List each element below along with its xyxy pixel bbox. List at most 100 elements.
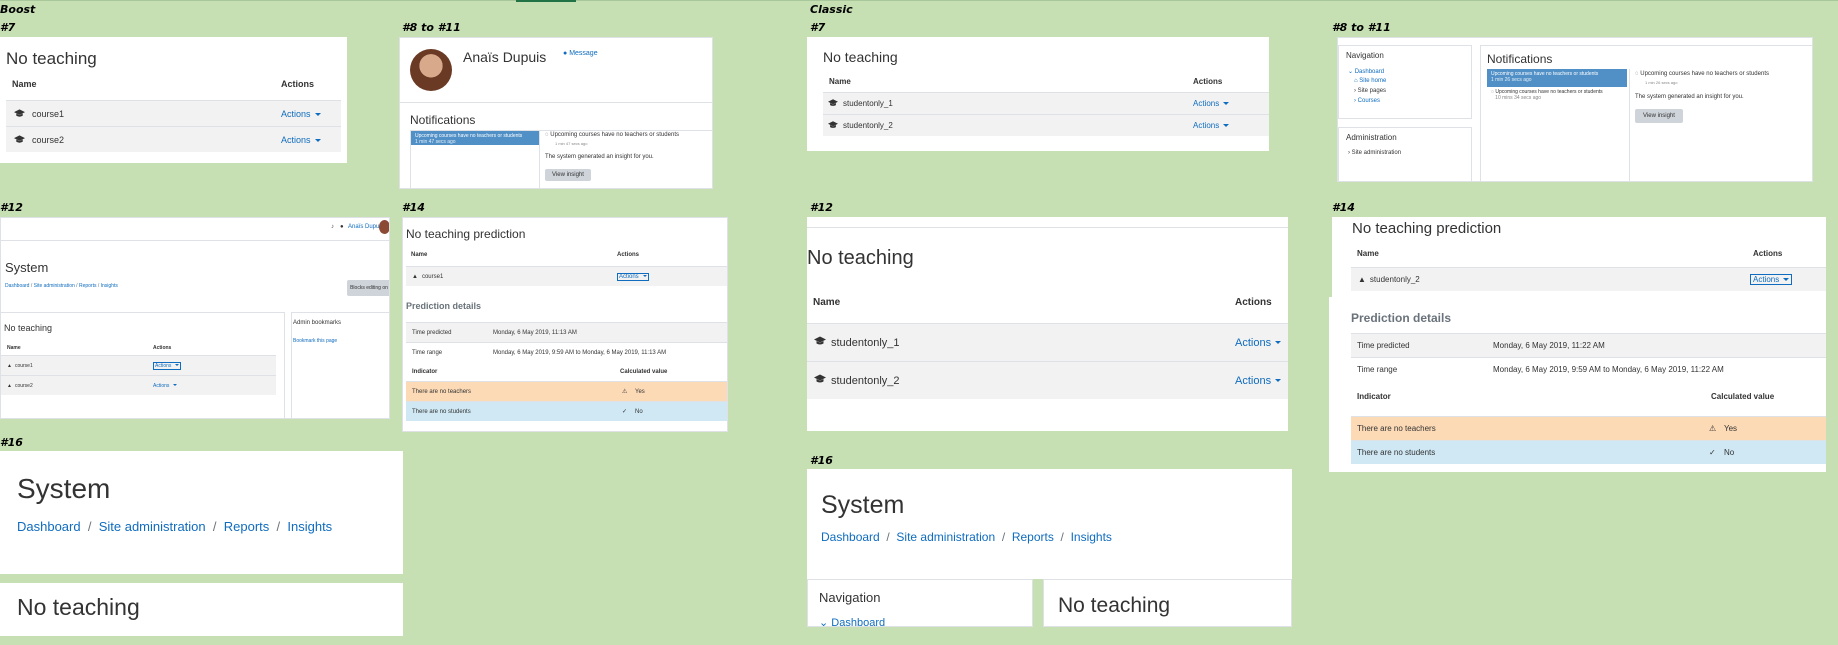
classic-12-panel: No teaching Name Actions studentonly_1 A… [807,217,1288,431]
table-row: studentonly_2 Actions [807,361,1288,399]
actions-menu[interactable]: Actions [281,109,321,119]
course-name: course2 [32,134,65,145]
detail-row: Time predicted Monday, 6 May 2019, 11:22… [1351,333,1826,357]
graduation-cap-icon [814,374,826,387]
actions-menu[interactable]: Actions [281,135,321,145]
classic-14-panel: No teaching prediction Name Actions ▲ st… [1329,217,1826,472]
notification-item[interactable]: ◌ Upcoming courses have no teachers or s… [1487,87,1627,105]
nav-dashboard[interactable]: ⌄ Dashboard [1348,68,1384,75]
boost-16-panel: System Dashboard / Site administration /… [0,451,403,636]
chat-icon[interactable]: ● [340,224,344,230]
insight-icon: ◌ [1635,71,1639,77]
indicator-row-info: There are no students ✓ No [1351,440,1826,464]
column-header-name: Name [829,77,851,86]
breadcrumb-reports[interactable]: Reports [224,519,270,534]
actions-menu[interactable]: Actions [1750,274,1793,285]
block-title: Navigation [819,590,881,605]
nav-courses[interactable]: › Courses [1354,98,1380,104]
message-link[interactable]: ● Message [563,50,598,57]
table-row: studentonly_2 Actions [823,114,1269,136]
bell-icon[interactable]: ♪ [331,224,334,230]
block-title: No teaching [17,594,140,620]
column-header-actions: Actions [1193,77,1223,86]
block-title: No teaching [4,323,53,333]
breadcrumb-insights[interactable]: Insights [287,519,332,534]
nav-site-home[interactable]: ⌂ Site home [1354,78,1386,84]
breadcrumb-reports[interactable]: Reports [1012,530,1054,544]
insight-icon: ◌ [545,132,549,138]
course-name: course1 [32,108,65,119]
main-region: Notifications Upcoming courses have no t… [1480,45,1812,181]
view-insight-button[interactable]: View insight [545,169,591,181]
actions-menu[interactable]: Actions [153,361,182,370]
column-header-actions: Actions [281,79,315,89]
table-row: ▲ studentonly_2 Actions [1351,267,1826,291]
column-header-name: Name [813,297,841,308]
detail-row: Time predicted Monday, 6 May 2019, 11:13… [406,322,727,342]
boost-7-panel: No teaching Name Actions course1 Actions… [0,37,347,163]
block-title: No teaching [6,49,97,68]
actions-menu[interactable]: Actions [153,383,178,389]
breadcrumb-site-administration[interactable]: Site administration [896,530,995,544]
notification-time: 1 min 26 secs ago [1645,80,1678,85]
detail-row: Time range Monday, 6 May 2019, 9:59 AM t… [1351,357,1826,381]
label-boost-12: #12 [0,201,23,214]
prediction-details-title: Prediction details [1351,311,1452,325]
block-title: No teaching prediction [406,227,526,241]
breadcrumb-dashboard[interactable]: Dashboard [17,519,81,534]
selected-cell-marker [516,0,576,2]
avatar[interactable] [379,220,389,234]
block-title: No teaching [1058,594,1171,617]
graduation-cap-icon [14,131,25,149]
notification-item-selected[interactable]: Upcoming courses have no teachers or stu… [1487,69,1627,87]
view-insight-button[interactable]: View insight [1635,109,1683,123]
block-title: No teaching [807,247,914,269]
navigation-block: Navigation ⌄ Dashboard [807,579,1033,627]
chat-icon: ● [563,50,568,57]
divider [539,131,540,188]
boost-8-11-panel: Anaïs Dupuis ● Message Notifications Upc… [399,37,713,189]
label-classic-7: #7 [810,21,826,34]
notifications-title: Notifications [410,113,476,127]
column-header-name: Name [411,252,428,258]
breadcrumb-dashboard[interactable]: Dashboard [821,530,880,544]
column-header-indicator: Indicator [1357,392,1391,401]
indicator-row-info: There are no students ✓ No [406,401,727,421]
table-row: course1 Actions [6,100,341,126]
block-title: No teaching prediction [1352,220,1502,237]
actions-menu[interactable]: Actions [1193,121,1230,130]
column-header-calculated-value: Calculated value [1711,392,1775,401]
breadcrumb: Dashboard / Site administration / Report… [17,519,333,534]
user-fullname: Anaïs Dupuis [463,49,547,65]
bookmark-link[interactable]: Bookmark this page [293,338,337,344]
notification-body: The system generated an insight for you. [545,154,654,160]
notification-item-selected[interactable]: Upcoming courses have no teachers or stu… [411,131,539,145]
main-region: No teaching Name Actions ▲ course1 Actio… [1,312,285,418]
actions-menu[interactable]: Actions [1235,375,1282,387]
nav-site-administration[interactable]: › Site administration [1348,150,1401,156]
avatar [410,49,452,91]
column-header-name: Name [12,79,37,89]
breadcrumb: Dashboard / Site administration / Report… [821,530,1112,544]
breadcrumb-site-administration[interactable]: Site administration [99,519,206,534]
insight-icon: ◌ [1491,89,1494,95]
actions-menu[interactable]: Actions [1235,337,1282,349]
nav-dashboard[interactable]: ⌄ Dashboard [819,616,885,627]
navigation-block: Navigation ⌄ Dashboard ⌂ Site home › Sit… [1338,45,1472,119]
actions-menu[interactable]: Actions [1193,99,1230,108]
classic-7-panel: No teaching Name Actions studentonly_1 A… [807,37,1269,151]
breadcrumb-insights[interactable]: Insights [1071,530,1112,544]
table-row: studentonly_1 Actions [823,92,1269,114]
notification-time: 1 min 47 secs ago [555,141,588,146]
notifications-title: Notifications [1487,52,1553,66]
block-title: Admin bookmarks [293,320,342,326]
table-row: ▲ course2 Actions [1,375,276,395]
actions-menu[interactable]: Actions [617,272,649,281]
block-title: Navigation [1346,51,1384,60]
breadcrumb: Dashboard / Site administration / Report… [5,283,118,289]
blocks-editing-button[interactable]: Blocks editing on [347,280,389,296]
admin-bookmarks-block: Admin bookmarks Bookmark this page [291,312,389,418]
notification-body: The system generated an insight for you. [1635,94,1744,100]
nav-site-pages[interactable]: › Site pages [1354,88,1386,94]
label-classic-16: #16 [810,454,833,467]
